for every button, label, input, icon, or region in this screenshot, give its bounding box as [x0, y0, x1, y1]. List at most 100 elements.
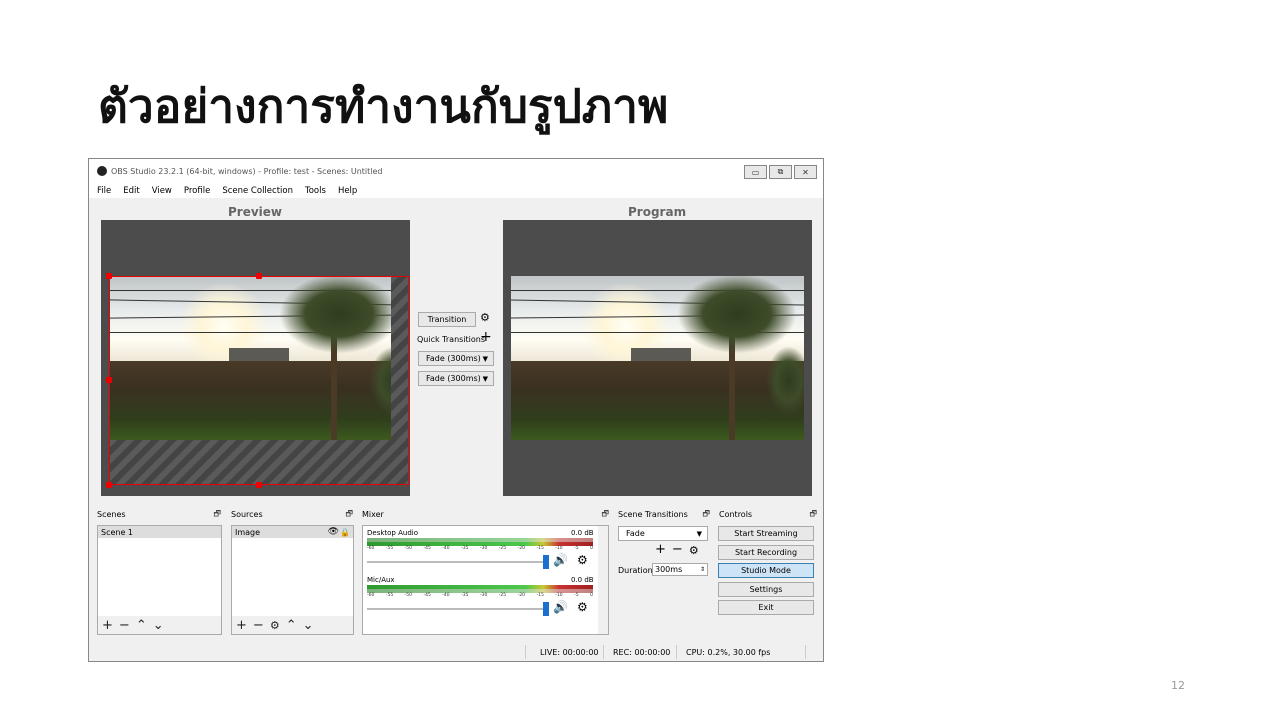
tick-label: -40	[442, 546, 450, 551]
settings-button[interactable]: Settings	[718, 582, 814, 597]
track-name: Desktop Audio	[367, 529, 418, 537]
start-recording-button[interactable]: Start Recording	[718, 545, 814, 560]
move-up-icon[interactable]: ⌃	[286, 618, 297, 633]
scenes-dock-header: Scenes 🗗	[95, 508, 225, 521]
controls-title: Controls	[719, 510, 753, 519]
scene-item[interactable]: Scene 1	[98, 526, 221, 538]
resize-handle[interactable]	[106, 482, 112, 488]
sources-dock-header: Sources 🗗	[229, 508, 357, 521]
tick-label: -10	[555, 593, 563, 598]
volume-slider-handle[interactable]	[543, 602, 549, 616]
chevron-down-icon: ▼	[482, 374, 488, 383]
tick-label: 0	[590, 546, 593, 551]
menu-tools[interactable]: Tools	[305, 186, 326, 196]
tick-label: -50	[404, 593, 413, 598]
scenes-title: Scenes	[97, 510, 126, 519]
scene-transitions-title: Scene Transitions	[618, 510, 688, 519]
studio-mode-button[interactable]: Studio Mode	[718, 563, 814, 578]
controls-dock-header: Controls 🗗	[717, 508, 821, 521]
volume-slider[interactable]	[367, 608, 547, 610]
tick-label: -35	[461, 546, 469, 551]
move-up-icon[interactable]: ⌃	[136, 618, 147, 633]
add-plus-icon[interactable]: +	[102, 618, 113, 633]
volume-slider[interactable]	[367, 561, 547, 563]
resize-handle[interactable]	[256, 273, 262, 279]
quick-transition-1-label: Fade (300ms)	[426, 354, 481, 363]
gear-icon[interactable]: ⚙	[577, 553, 588, 567]
tick-label: -25	[498, 593, 507, 598]
start-streaming-button[interactable]: Start Streaming	[718, 526, 814, 541]
add-plus-icon[interactable]: +	[236, 618, 247, 633]
gear-icon[interactable]: ⚙	[689, 544, 699, 557]
eye-visibility-icon[interactable]: 👁	[328, 527, 339, 537]
sources-toolbar: + − ⚙ ⌃ ⌄	[232, 616, 353, 634]
menu-profile[interactable]: Profile	[184, 186, 210, 196]
tick-label: -55	[385, 593, 394, 598]
tick-label: -60	[367, 593, 375, 598]
remove-minus-icon[interactable]: −	[119, 618, 130, 633]
quick-transition-2[interactable]: Fade (300ms) ▼	[418, 371, 494, 386]
resize-handle[interactable]	[256, 482, 262, 488]
transition-button[interactable]: Transition	[418, 312, 476, 327]
spin-arrows-icon[interactable]: ⇕	[700, 566, 705, 573]
source-selection-box[interactable]	[109, 276, 409, 485]
exit-button[interactable]: Exit	[718, 600, 814, 615]
scene-transition-select[interactable]: Fade ▼	[618, 526, 708, 541]
mixer-scrollbar[interactable]	[598, 526, 608, 634]
tick-label: -10	[555, 546, 563, 551]
source-item-label: Image	[235, 527, 261, 537]
add-plus-icon[interactable]: +	[655, 542, 666, 557]
menu-view[interactable]: View	[152, 186, 172, 196]
menu-scene-collection[interactable]: Scene Collection	[222, 186, 293, 196]
tick-label: -60	[367, 546, 375, 551]
scene-transition-selected: Fade	[626, 529, 645, 538]
menu-help[interactable]: Help	[338, 186, 357, 196]
tick-label: -40	[442, 593, 450, 598]
undock-icon[interactable]: 🗗	[702, 508, 710, 522]
undock-icon[interactable]: 🗗	[809, 508, 817, 522]
window-titlebar: OBS Studio 23.2.1 (64-bit, windows) - Pr…	[89, 159, 823, 183]
move-down-icon[interactable]: ⌄	[153, 618, 164, 633]
mixer-dock-header: Mixer 🗗	[360, 508, 613, 521]
lock-icon[interactable]: 🔒	[340, 528, 350, 537]
tick-label: -50	[404, 546, 413, 551]
tick-label: -5	[574, 546, 579, 551]
tick-label: -55	[385, 546, 394, 551]
program-image	[511, 276, 804, 440]
undock-icon[interactable]: 🗗	[213, 508, 221, 522]
scenes-toolbar: + − ⌃ ⌄	[98, 616, 221, 634]
resize-handle[interactable]	[106, 377, 112, 383]
tick-label: -30	[479, 546, 488, 551]
quick-transition-1[interactable]: Fade (300ms) ▼	[418, 351, 494, 366]
undock-icon[interactable]: 🗗	[345, 508, 353, 522]
undock-icon[interactable]: 🗗	[601, 508, 609, 522]
volume-slider-handle[interactable]	[543, 555, 549, 569]
quick-transitions-label: Quick Transitions	[417, 335, 486, 344]
duration-spinbox[interactable]: 300ms ⇕	[652, 563, 708, 576]
add-quick-transition-plus-icon[interactable]: +	[480, 329, 492, 345]
minimize-button[interactable]: ▭	[744, 165, 767, 179]
slide-page-number: 12	[1171, 679, 1185, 692]
transition-settings-gear-icon[interactable]: ⚙	[480, 311, 490, 324]
menu-edit[interactable]: Edit	[123, 186, 139, 196]
transition-toolbar: + − ⚙	[655, 542, 699, 557]
mixer-title: Mixer	[362, 510, 384, 519]
move-down-icon[interactable]: ⌄	[303, 618, 314, 633]
preview-canvas[interactable]	[101, 220, 410, 496]
tick-label: -15	[536, 593, 544, 598]
gear-icon[interactable]: ⚙	[577, 600, 588, 614]
remove-minus-icon[interactable]: −	[253, 618, 264, 633]
tick-label: -45	[423, 593, 431, 598]
source-item[interactable]: Image 👁 🔒	[232, 526, 353, 538]
program-canvas	[503, 220, 812, 496]
speaker-icon[interactable]: 🔊	[553, 600, 568, 614]
quick-transition-2-label: Fade (300ms)	[426, 374, 481, 383]
menu-file[interactable]: File	[97, 186, 111, 196]
resize-handle[interactable]	[106, 273, 112, 279]
remove-minus-icon[interactable]: −	[672, 542, 683, 557]
window-title: OBS Studio 23.2.1 (64-bit, windows) - Pr…	[111, 166, 383, 176]
close-button[interactable]: ✕	[794, 165, 817, 179]
gear-icon[interactable]: ⚙	[270, 619, 280, 632]
speaker-icon[interactable]: 🔊	[553, 553, 568, 567]
restore-button[interactable]: ⧉	[769, 165, 792, 179]
